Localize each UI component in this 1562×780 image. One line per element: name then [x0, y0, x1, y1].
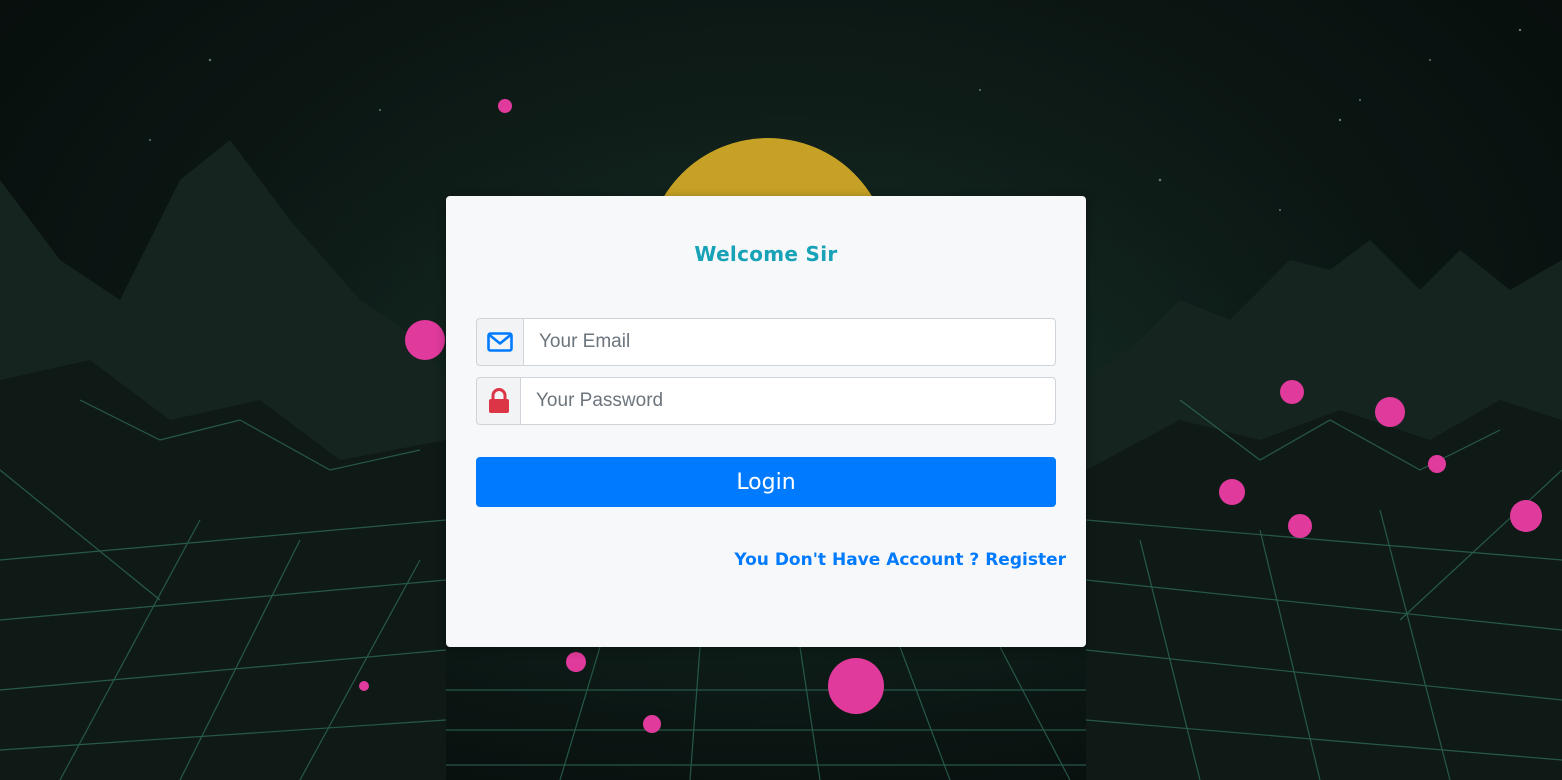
login-card: Welcome Sir Login You Don't Have Account…: [446, 196, 1086, 647]
password-input[interactable]: [520, 377, 1056, 425]
login-button[interactable]: Login: [476, 457, 1056, 507]
register-link[interactable]: You Don't Have Account ? Register: [734, 550, 1066, 570]
envelope-icon: [476, 318, 523, 366]
password-input-group: [476, 377, 1056, 425]
lock-icon: [476, 377, 520, 425]
email-input-group: [476, 318, 1056, 366]
welcome-title: Welcome Sir: [694, 242, 838, 266]
login-page: Welcome Sir Login You Don't Have Account…: [0, 0, 1562, 780]
email-input[interactable]: [523, 318, 1056, 366]
